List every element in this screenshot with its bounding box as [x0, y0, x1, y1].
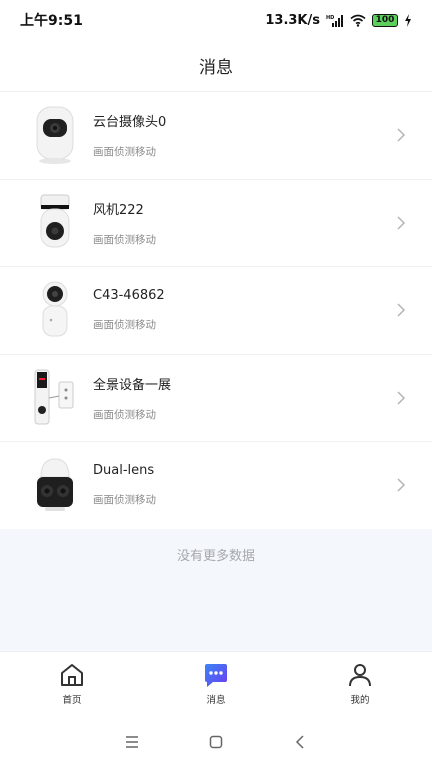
- message-item-ptz-camera[interactable]: 云台摄像头0 画面侦测移动: [0, 92, 432, 180]
- event-description: 画面侦测移动: [93, 408, 156, 421]
- status-icons: 13.3K/s HD 100: [265, 13, 412, 28]
- system-nav-bar: [0, 716, 432, 768]
- message-text: Dual-lens 画面侦测移动: [93, 463, 432, 507]
- message-text: 全景设备一展 画面侦测移动: [93, 374, 432, 422]
- chevron-right-icon: [397, 128, 406, 142]
- event-description: 画面侦测移动: [93, 233, 156, 246]
- tab-messages[interactable]: 消息: [144, 652, 288, 716]
- page-header: 消息: [0, 40, 432, 92]
- device-name: C43-46862: [93, 288, 165, 304]
- no-more-data-area: 没有更多数据: [0, 529, 432, 651]
- message-text: 风机222 画面侦测移动: [93, 199, 432, 247]
- back-chevron-icon: [295, 735, 304, 749]
- battery-icon: 100: [372, 13, 398, 27]
- tab-profile-label: 我的: [350, 695, 370, 706]
- message-text: C43-46862 画面侦测移动: [93, 288, 432, 332]
- chevron-right-icon: [397, 391, 406, 405]
- person-icon: [349, 664, 371, 687]
- tab-profile[interactable]: 我的: [288, 652, 432, 716]
- tab-messages-label: 消息: [206, 695, 226, 706]
- message-text: 云台摄像头0 画面侦测移动: [93, 111, 432, 159]
- network-speed: 13.3K/s: [265, 12, 320, 28]
- hd-signal-icon: HD: [326, 14, 343, 27]
- dual-lens-camera-thumbnail: [31, 452, 79, 518]
- square-icon: [209, 735, 223, 749]
- tab-home-label: 首页: [62, 695, 82, 706]
- panoramic-device-thumbnail: [31, 365, 79, 431]
- event-description: 画面侦测移动: [93, 494, 156, 507]
- tab-home[interactable]: 首页: [0, 652, 144, 716]
- no-more-data-text: 没有更多数据: [176, 549, 255, 564]
- bullet-camera-thumbnail: [31, 190, 79, 256]
- bottom-tab-bar: 首页 消息 我的: [0, 651, 432, 716]
- message-item-dual-lens-camera[interactable]: Dual-lens 画面侦测移动: [0, 442, 432, 530]
- svg-text:HD: HD: [326, 15, 334, 21]
- device-name: 风机222: [93, 202, 144, 218]
- menu-nav-button[interactable]: [122, 732, 142, 752]
- event-description: 画面侦测移动: [93, 319, 156, 332]
- charging-icon: [405, 13, 411, 27]
- message-icon: [205, 664, 227, 687]
- ptz-camera-thumbnail: [31, 102, 79, 168]
- status-bar: 上午9:51 13.3K/s HD 100: [0, 0, 432, 40]
- back-nav-button[interactable]: [290, 732, 310, 752]
- menu-icon: [126, 736, 138, 748]
- message-item-panoramic-device[interactable]: 全景设备一展 画面侦测移动: [0, 355, 432, 442]
- device-name: 全景设备一展: [93, 377, 172, 393]
- message-item-bullet-camera[interactable]: 风机222 画面侦测移动: [0, 180, 432, 267]
- page-title: 消息: [199, 58, 233, 78]
- device-name: 云台摄像头0: [93, 115, 167, 131]
- message-item-dome-camera[interactable]: C43-46862 画面侦测移动: [0, 267, 432, 355]
- home-nav-button[interactable]: [206, 732, 226, 752]
- status-time: 上午9:51: [20, 13, 83, 29]
- home-icon: [61, 664, 83, 686]
- event-description: 画面侦测移动: [93, 146, 156, 159]
- message-list: 云台摄像头0 画面侦测移动 风机222 画面侦测移动 C43-46862 画面侦…: [0, 92, 432, 530]
- chevron-right-icon: [397, 216, 406, 230]
- device-name: Dual-lens: [93, 463, 155, 479]
- dome-camera-thumbnail: [31, 277, 79, 343]
- chevron-right-icon: [397, 478, 406, 492]
- wifi-icon: [350, 14, 366, 27]
- chevron-right-icon: [397, 303, 406, 317]
